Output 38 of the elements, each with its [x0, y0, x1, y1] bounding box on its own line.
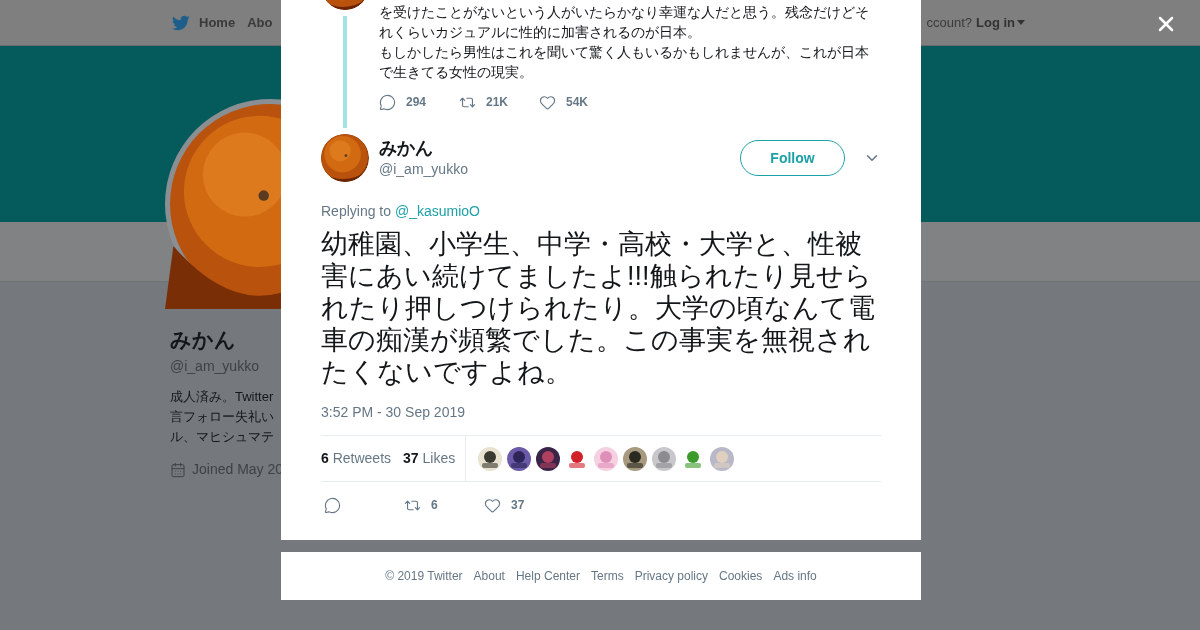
stat-text[interactable]: 37 Likes [403, 448, 456, 469]
nav-link[interactable]: Abo [247, 12, 273, 33]
tweet-text: もしかしたら男性はこれを聞いて驚く人もいるかもしれませんが、これが日本で生きてる女性の現実。 [379, 43, 870, 82]
profile-handle: @i_am_yukko [170, 357, 259, 376]
action-count: 21K [486, 94, 508, 111]
nav-link[interactable]: Home [171, 12, 236, 33]
action-count: 37 [511, 497, 525, 514]
reply-icon[interactable] [324, 496, 341, 514]
profile-name: みかん [170, 327, 236, 353]
reply-icon[interactable] [379, 93, 396, 111]
footer-link[interactable]: © 2019 Twitter [385, 567, 463, 585]
footer-link[interactable]: Privacy policy [634, 567, 708, 585]
replying-to: Replying to @_kasumioO [321, 202, 481, 221]
footer-link[interactable]: Cookies [719, 567, 763, 585]
action-count: 6 [431, 497, 438, 514]
author-name: みかん [379, 136, 434, 159]
login-link[interactable]: Log in [976, 12, 1025, 33]
bio-text: ル、マヒシュマテ [170, 428, 274, 446]
bio-text: 言フォロー失礼い [170, 408, 274, 426]
footer-link[interactable]: Help Center [515, 567, 580, 585]
bird-icon [171, 13, 191, 32]
heart-icon[interactable] [484, 496, 501, 514]
author-handle: @i_am_yukko [379, 159, 468, 179]
mention-link[interactable]: @_kasumioO [394, 203, 480, 219]
tweet-text: を受けたことがないという人がいたらかなり幸運な人だと思う。残念だけどそれくらいカジュアルに性的に加害されるのが日本。 [379, 3, 870, 42]
stat-text[interactable]: 6 Retweets [321, 448, 392, 469]
timestamp: 3:52 PM - 30 Sep 2019 [321, 403, 466, 422]
heart-icon[interactable] [539, 93, 556, 111]
footer-link[interactable]: Terms [591, 567, 624, 585]
bio-text: 成人済み。Twitter [170, 388, 274, 406]
account-prompt: ccount? [926, 13, 972, 32]
caret-icon [1017, 20, 1025, 25]
action-count: 294 [406, 94, 427, 111]
footer-link[interactable]: Ads info [773, 567, 817, 585]
action-count: 54K [566, 94, 588, 111]
calendar-icon [170, 461, 186, 478]
footer-link[interactable]: About [473, 567, 505, 585]
tweet-text: 幼稚園、小学生、中学・高校・大学と、性被害にあい続けてましたよ!!!触られたり見せられたり押しつけられたり。大学の頃なんて電車の痴漢が頻繁でした。この事実を無視されたくないですよね。 [321, 228, 876, 388]
